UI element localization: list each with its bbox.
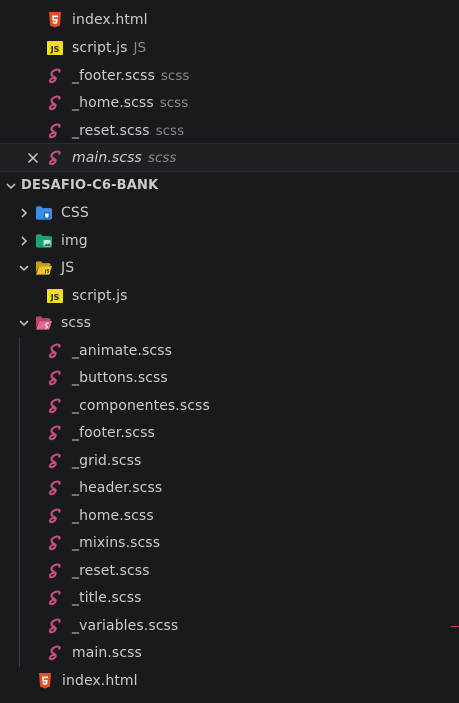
js-icon: JS: [47, 40, 63, 56]
chevron-right-icon: [16, 233, 32, 249]
file-folder-hint: scss: [160, 67, 190, 84]
open-editor-footer-scss[interactable]: _footer.scss scss: [0, 62, 459, 89]
file-name: _componentes.scss: [72, 397, 210, 414]
close-icon[interactable]: [25, 150, 41, 166]
file-name: _title.scss: [72, 589, 142, 606]
sass-icon: [47, 369, 63, 386]
chevron-right-icon: [16, 205, 32, 221]
file-name: _footer.scss: [72, 424, 155, 441]
chevron-down-icon: [16, 315, 32, 331]
folder-scss[interactable]: scss: [0, 309, 459, 336]
file-home-scss[interactable]: _home.scss: [0, 502, 459, 529]
folder-js[interactable]: JS JS: [0, 254, 459, 281]
open-editor-main-scss[interactable]: main.scss scss: [0, 143, 459, 172]
file-name: _animate.scss: [72, 342, 172, 359]
file-componentes-scss[interactable]: _componentes.scss: [0, 392, 459, 419]
open-editor-home-scss[interactable]: _home.scss scss: [0, 89, 459, 116]
file-header-scss[interactable]: _header.scss: [0, 474, 459, 501]
file-name: _buttons.scss: [72, 369, 168, 386]
html-icon: [47, 11, 63, 28]
file-name: index.html: [62, 672, 138, 689]
chevron-down-icon: [16, 260, 32, 276]
file-name: _reset.scss: [72, 122, 150, 139]
project-title: DESAFIO-C6-BANK: [21, 178, 159, 193]
folder-name: img: [61, 232, 88, 249]
folder-img[interactable]: img: [0, 227, 459, 254]
file-reset-scss[interactable]: _reset.scss: [0, 557, 459, 584]
sass-icon: [47, 507, 63, 524]
file-name: main.scss: [72, 149, 142, 166]
svg-text:JS: JS: [50, 45, 60, 54]
file-index-html[interactable]: index.html: [0, 667, 459, 694]
js-folder-open-icon: JS: [36, 260, 52, 276]
open-editor-index-html[interactable]: index.html: [0, 6, 459, 33]
image-folder-icon: [36, 233, 52, 249]
file-name: _footer.scss: [72, 67, 155, 84]
file-variables-scss[interactable]: _variables.scss: [0, 612, 459, 639]
sass-icon: [47, 479, 63, 496]
svg-text:JS: JS: [50, 293, 60, 302]
file-folder-hint: JS: [133, 39, 147, 56]
js-icon: JS: [47, 288, 63, 304]
file-name: _reset.scss: [72, 562, 150, 579]
html-icon: [37, 672, 53, 689]
file-title-scss[interactable]: _title.scss: [0, 584, 459, 611]
sass-icon: [47, 122, 63, 139]
file-name: script.js: [72, 287, 128, 304]
sass-icon: [47, 149, 63, 166]
file-folder-hint: scss: [147, 149, 177, 166]
project-section-header[interactable]: DESAFIO-C6-BANK: [0, 172, 459, 199]
sass-icon: [47, 397, 63, 414]
sass-icon: [47, 67, 63, 84]
file-name: _home.scss: [72, 94, 154, 111]
sass-icon: [47, 342, 63, 359]
file-mixins-scss[interactable]: _mixins.scss: [0, 529, 459, 556]
svg-text:JS: JS: [44, 268, 50, 273]
sass-icon: [47, 562, 63, 579]
file-name: _header.scss: [72, 479, 163, 496]
file-buttons-scss[interactable]: _buttons.scss: [0, 364, 459, 391]
file-name: _variables.scss: [72, 617, 179, 634]
css-folder-icon: [36, 205, 52, 221]
file-folder-hint: scss: [155, 122, 185, 139]
sass-icon: [47, 94, 63, 111]
sass-folder-open-icon: [36, 315, 52, 331]
file-name: main.scss: [72, 644, 142, 661]
file-name: index.html: [72, 11, 148, 28]
chevron-down-icon: [3, 178, 19, 194]
file-script-js[interactable]: JS script.js: [0, 282, 459, 309]
open-editor-script-js[interactable]: JS script.js JS: [0, 34, 459, 61]
sass-icon: [47, 424, 63, 441]
file-name: _grid.scss: [72, 452, 142, 469]
file-folder-hint: scss: [159, 94, 189, 111]
file-grid-scss[interactable]: _grid.scss: [0, 447, 459, 474]
sass-icon: [47, 644, 63, 661]
file-explorer: index.html JS script.js JS _footer.scss …: [0, 0, 459, 703]
file-main-scss[interactable]: main.scss: [0, 639, 459, 666]
sass-icon: [47, 452, 63, 469]
folder-name: CSS: [61, 204, 89, 221]
sass-icon: [47, 617, 63, 634]
open-editor-reset-scss[interactable]: _reset.scss scss: [0, 117, 459, 144]
file-name: _mixins.scss: [72, 534, 161, 551]
file-name: script.js: [72, 39, 128, 56]
folder-css[interactable]: CSS: [0, 199, 459, 226]
sass-icon: [47, 534, 63, 551]
file-name: _home.scss: [72, 507, 154, 524]
sass-icon: [47, 589, 63, 606]
folder-name: JS: [61, 259, 75, 276]
folder-name: scss: [61, 314, 91, 331]
file-footer-scss[interactable]: _footer.scss: [0, 419, 459, 446]
scrollbar-marker: [451, 626, 459, 627]
file-animate-scss[interactable]: _animate.scss: [0, 337, 459, 364]
